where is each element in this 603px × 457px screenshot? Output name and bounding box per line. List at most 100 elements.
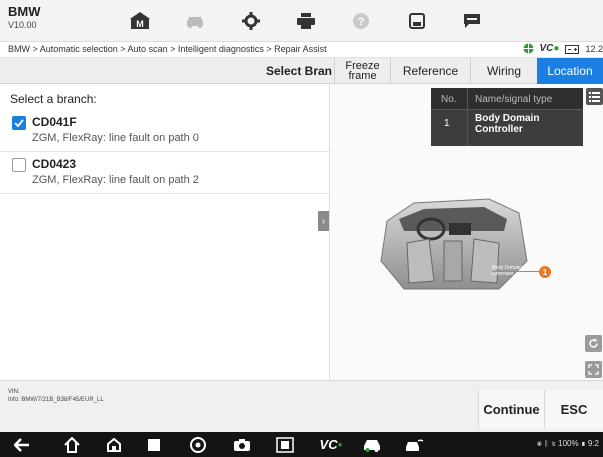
vci-ok-icon: ● <box>553 43 560 54</box>
branch-desc: ZGM, FlexRay: line fault on path 2 <box>32 174 199 186</box>
vehicle-info-text: Info: BMW/7/21B_B38/F45/EUR_LL <box>8 397 104 403</box>
branch-panel: Select a branch: CD041F ZGM, FlexRay: li… <box>0 84 330 380</box>
message-button[interactable] <box>450 6 494 36</box>
app-version: V10.00 <box>8 20 37 30</box>
list-toggle-button[interactable] <box>586 88 603 105</box>
table-divider <box>467 88 468 146</box>
tab-freeze-frame[interactable]: Freeze frame <box>335 58 390 84</box>
gear-icon <box>242 12 260 30</box>
car-swap-icon <box>187 17 203 28</box>
rotate-icon <box>589 338 598 348</box>
esc-button[interactable]: ESC <box>544 390 603 428</box>
battery-voltage-icon <box>565 44 580 54</box>
tab-label-line2: frame <box>348 70 377 82</box>
footer-bar: VIN: Info: BMW/7/21B_B38/F45/EUR_LL Cont… <box>0 380 603 432</box>
help-icon: ? <box>353 13 369 29</box>
printer-icon <box>297 13 315 29</box>
back-button[interactable] <box>12 435 32 454</box>
vci-text: VC <box>539 43 554 54</box>
signal-table: No. Name/signal type 1 Body Domain Contr… <box>431 88 583 146</box>
branch-checkbox[interactable] <box>12 158 26 172</box>
tab-wiring[interactable]: Wiring <box>471 58 537 84</box>
branch-item[interactable]: CD041F ZGM, FlexRay: line fault on path … <box>0 110 329 152</box>
house-icon <box>64 436 80 453</box>
recent-apps-button[interactable] <box>144 435 164 454</box>
signal-row-no: 1 <box>444 118 450 129</box>
list-icon <box>589 91 600 102</box>
chevron-right-icon: › <box>321 215 326 227</box>
chat-icon <box>464 14 480 28</box>
top-toolbar: BMW V10.00 M ? <box>0 0 603 42</box>
system-navbar: VC ● ⦿ ᛒ ≋ 100% ▮ 9:2 <box>0 432 603 457</box>
continue-button[interactable]: Continue <box>478 390 544 428</box>
bluetooth-icon: ᛒ <box>544 439 549 448</box>
vehicle-button[interactable] <box>360 435 384 454</box>
svg-text:M: M <box>136 19 144 29</box>
help-button[interactable]: ? <box>339 6 383 36</box>
camera-button[interactable] <box>232 435 252 454</box>
launcher-button[interactable] <box>104 435 124 454</box>
tab-label: Select Bran <box>265 64 332 78</box>
branch-item[interactable]: CD0423 ZGM, FlexRay: line fault on path … <box>0 152 329 194</box>
save-icon <box>409 13 425 29</box>
branch-desc: ZGM, FlexRay: line fault on path 0 <box>32 132 199 144</box>
panel-collapse-handle[interactable]: › <box>318 211 329 231</box>
remote-expert-button[interactable] <box>402 435 426 454</box>
col-name-header: Name/signal type <box>475 94 553 105</box>
home-button[interactable]: M <box>118 6 162 36</box>
tab-reference[interactable]: Reference <box>391 58 470 84</box>
home-m-icon: M <box>130 12 150 29</box>
vehicle-swap-button[interactable] <box>173 6 217 36</box>
settings-button[interactable] <box>229 6 273 36</box>
header-status: VC● 12.2 <box>523 43 603 54</box>
vci-manager-button[interactable]: VC ● <box>318 435 344 454</box>
tab-label: Wiring <box>486 64 521 78</box>
car-wifi-icon <box>406 439 424 451</box>
col-no-header: No. <box>441 94 457 105</box>
expand-icon <box>588 364 599 375</box>
tab-select-branch[interactable]: Select Bran <box>262 58 334 84</box>
callout-leader-line <box>492 271 539 272</box>
system-status: ⦿ ᛒ ≋ 100% ▮ 9:2 <box>537 439 599 448</box>
tab-label: Reference <box>402 64 459 78</box>
branch-code: CD0423 <box>32 157 77 171</box>
battery-percent: 100% <box>558 439 579 448</box>
signal-row-name: Body Domain Controller <box>475 113 540 135</box>
battery-icon: ▮ <box>580 439 586 448</box>
nav-home-button[interactable] <box>62 435 82 454</box>
branch-code: CD041F <box>32 115 77 129</box>
vci-nav-label: VC <box>319 437 338 452</box>
tab-location[interactable]: Location <box>537 58 603 84</box>
location-marker[interactable]: 1 <box>539 266 551 278</box>
vci-connected-icon: ● <box>337 440 343 449</box>
chrome-icon <box>190 436 206 453</box>
vin-label: VIN: <box>8 389 20 395</box>
car-icon <box>364 439 380 452</box>
square-icon <box>148 438 160 451</box>
save-button[interactable] <box>395 6 439 36</box>
location-icon: ⦿ <box>536 439 542 448</box>
fullscreen-button[interactable] <box>585 361 602 378</box>
checkmark-icon <box>14 119 24 128</box>
branch-checkbox[interactable] <box>12 116 26 130</box>
vci-status: VC● <box>540 43 560 54</box>
browser-button[interactable] <box>188 435 208 454</box>
function-tabs: Select Bran Freeze frame Reference Wirin… <box>0 58 603 84</box>
print-button[interactable] <box>284 6 328 36</box>
breadcrumb: BMW > Automatic selection > Auto scan > … <box>8 44 327 54</box>
app-name: BMW <box>8 4 41 19</box>
wifi-icon: ≋ <box>551 439 556 448</box>
svg-text:?: ? <box>358 16 365 28</box>
tab-label: Location <box>547 64 593 78</box>
back-arrow-icon <box>14 437 29 452</box>
breadcrumb-bar: BMW > Automatic selection > Auto scan > … <box>0 42 603 58</box>
grid-capture-icon <box>276 436 294 453</box>
clock: 9:2 <box>587 439 599 448</box>
signal-table-header: No. Name/signal type <box>431 88 583 110</box>
battery-voltage: 12.2 <box>585 43 603 54</box>
rotate-view-button[interactable] <box>585 335 602 352</box>
app-brand: BMW V10.00 <box>8 4 41 30</box>
screen-record-button[interactable] <box>274 435 296 454</box>
network-globe-icon <box>523 43 534 54</box>
branch-panel-title: Select a branch: <box>10 92 97 106</box>
